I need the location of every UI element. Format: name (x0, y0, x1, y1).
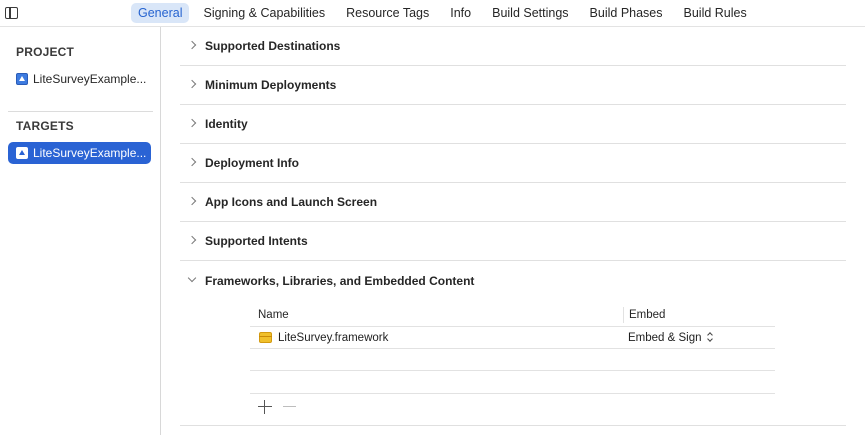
table-empty-row (250, 349, 775, 371)
table-add-remove-bar (250, 394, 775, 420)
framework-name: LiteSurvey.framework (278, 331, 389, 344)
sidebar-item-target[interactable]: LiteSurveyExample... (8, 142, 151, 164)
table-header: Name Embed (250, 303, 775, 327)
project-target-sidebar: PROJECT LiteSurveyExample... TARGETS Lit… (0, 27, 161, 435)
tab-info[interactable]: Info (443, 3, 478, 23)
chevron-right-icon[interactable] (180, 144, 205, 183)
section-title: Deployment Info (205, 156, 300, 170)
chevron-down-icon[interactable] (180, 261, 205, 300)
general-settings-pane: Supported Destinations Minimum Deploymen… (162, 27, 865, 435)
section-app-icons-launch-screen[interactable]: App Icons and Launch Screen (180, 183, 846, 222)
plus-icon[interactable] (258, 400, 272, 414)
framework-box-icon (259, 332, 272, 343)
tab-build-rules[interactable]: Build Rules (677, 3, 754, 23)
section-title: App Icons and Launch Screen (205, 195, 378, 209)
section-divider (180, 425, 846, 426)
tab-build-settings[interactable]: Build Settings (485, 3, 575, 23)
editor-tab-bar: General Signing & Capabilities Resource … (0, 0, 865, 27)
app-icon (16, 73, 28, 85)
app-icon (16, 147, 28, 159)
table-empty-row (250, 371, 775, 394)
editor-tabs: General Signing & Capabilities Resource … (131, 3, 761, 23)
column-header-embed[interactable]: Embed (623, 306, 665, 323)
framework-name-cell: LiteSurvey.framework (250, 332, 623, 344)
section-identity[interactable]: Identity (180, 105, 846, 144)
section-supported-destinations[interactable]: Supported Destinations (180, 27, 846, 66)
section-title: Supported Intents (205, 234, 308, 248)
sidebar-item-label: LiteSurveyExample... (33, 146, 147, 160)
chevron-right-icon[interactable] (180, 66, 205, 105)
up-down-chevron-icon (707, 332, 714, 343)
table-row[interactable]: LiteSurvey.framework Embed & Sign (250, 327, 775, 349)
chevron-right-icon[interactable] (180, 183, 205, 222)
frameworks-table: Name Embed LiteSurvey.framework Embed & … (250, 303, 775, 420)
section-supported-intents[interactable]: Supported Intents (180, 222, 846, 261)
sidebar-item-label: LiteSurveyExample... (33, 72, 147, 86)
sidebar-divider (8, 111, 153, 112)
chevron-right-icon[interactable] (180, 105, 205, 144)
section-title: Supported Destinations (205, 39, 341, 53)
section-title: Frameworks, Libraries, and Embedded Cont… (205, 273, 475, 288)
targets-heading: TARGETS (16, 119, 74, 133)
tab-build-phases[interactable]: Build Phases (583, 3, 670, 23)
chevron-right-icon[interactable] (180, 222, 205, 261)
tab-signing-capabilities[interactable]: Signing & Capabilities (196, 3, 332, 23)
column-header-name[interactable]: Name (250, 309, 623, 321)
embed-popup-button[interactable]: Embed & Sign (623, 332, 714, 344)
sidebar-item-project[interactable]: LiteSurveyExample... (8, 68, 151, 90)
chevron-right-icon[interactable] (180, 27, 205, 66)
sidebar-toggle-icon[interactable] (5, 7, 18, 19)
section-title: Identity (205, 117, 248, 131)
section-deployment-info[interactable]: Deployment Info (180, 144, 846, 183)
tab-general[interactable]: General (131, 3, 190, 23)
section-title: Minimum Deployments (205, 78, 337, 92)
project-heading: PROJECT (16, 45, 75, 59)
tab-resource-tags[interactable]: Resource Tags (339, 3, 436, 23)
embed-value: Embed & Sign (628, 331, 702, 344)
section-minimum-deployments[interactable]: Minimum Deployments (180, 66, 846, 105)
minus-icon[interactable] (283, 400, 297, 414)
section-frameworks-libraries[interactable]: Frameworks, Libraries, and Embedded Cont… (180, 261, 846, 300)
